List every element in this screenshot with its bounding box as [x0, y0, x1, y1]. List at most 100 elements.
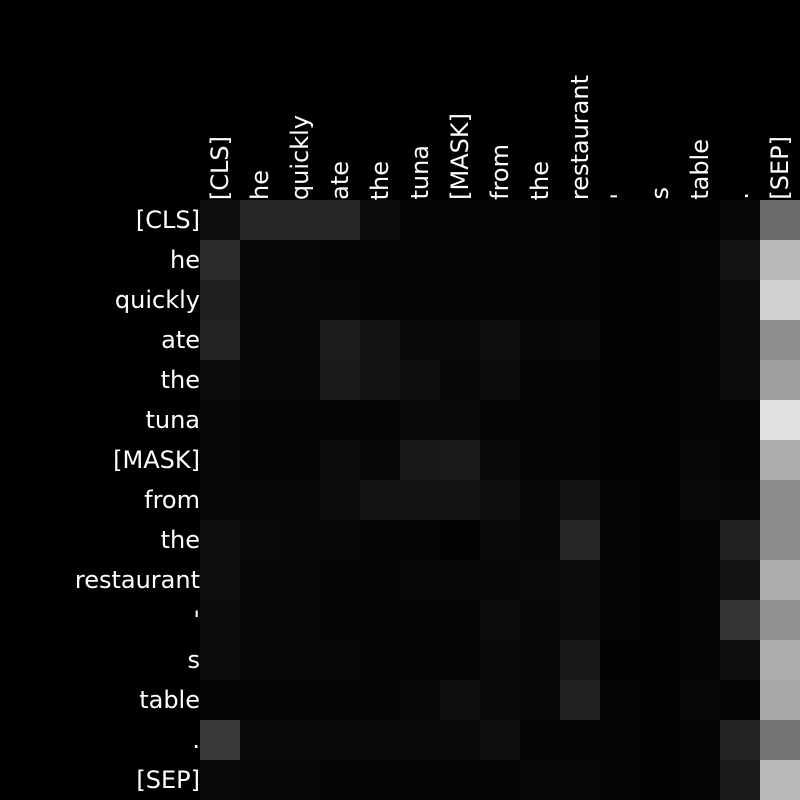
x-tick-label: [MASK] [446, 113, 474, 200]
heatmap-cell [760, 760, 800, 800]
heatmap-cell [400, 760, 440, 800]
heatmap-cell [280, 320, 320, 360]
heatmap-cell [600, 320, 640, 360]
heatmap-cell [720, 760, 760, 800]
heatmap-cell [400, 560, 440, 600]
heatmap-cell [600, 560, 640, 600]
heatmap-cell [600, 600, 640, 640]
heatmap-cell [680, 320, 720, 360]
y-tick-label: he [170, 246, 200, 274]
heatmap-cell [240, 520, 280, 560]
heatmap-cell [760, 320, 800, 360]
y-tick-label: quickly [114, 286, 200, 314]
heatmap-cell [640, 760, 680, 800]
y-tick-label: ate [161, 326, 200, 354]
heatmap-cell [280, 240, 320, 280]
heatmap-cell [320, 520, 360, 560]
heatmap-cell [720, 200, 760, 240]
heatmap-cell [440, 320, 480, 360]
heatmap-cell [760, 720, 800, 760]
heatmap-cell [280, 760, 320, 800]
heatmap-cell [520, 720, 560, 760]
heatmap-cell [280, 520, 320, 560]
heatmap-cell [480, 320, 520, 360]
heatmap-cell [200, 240, 240, 280]
heatmap-cell [240, 760, 280, 800]
y-tick-label: restaurant [74, 566, 200, 594]
heatmap-cell [280, 480, 320, 520]
heatmap-cell [440, 240, 480, 280]
heatmap-cell [640, 320, 680, 360]
heatmap-cell [760, 680, 800, 720]
heatmap-cell [520, 440, 560, 480]
x-tick-label: he [246, 170, 274, 200]
heatmap-cell [480, 560, 520, 600]
heatmap-cell [560, 280, 600, 320]
heatmap-cell [400, 480, 440, 520]
heatmap-cell [560, 520, 600, 560]
heatmap-cell [480, 360, 520, 400]
heatmap-cell [720, 640, 760, 680]
heatmap-cell [680, 200, 720, 240]
heatmap-cell [240, 240, 280, 280]
heatmap-cell [200, 680, 240, 720]
heatmap-cell [360, 520, 400, 560]
heatmap-cell [240, 720, 280, 760]
attention-heatmap: [CLS] he quickly ate the tuna [MASK] from the res… [0, 0, 800, 800]
heatmap-cell [760, 240, 800, 280]
heatmap-cell [360, 760, 400, 800]
heatmap-cell [200, 640, 240, 680]
x-tick-label: ' [606, 193, 634, 200]
heatmap-cell [440, 480, 480, 520]
heatmap-cell [440, 560, 480, 600]
heatmap-cell [400, 280, 440, 320]
heatmap-cell [360, 360, 400, 400]
heatmap-cell [480, 520, 520, 560]
heatmap-cell [720, 600, 760, 640]
heatmap-cell [520, 240, 560, 280]
heatmap-cell [320, 720, 360, 760]
heatmap-cell [680, 520, 720, 560]
x-tick-label: s [646, 187, 674, 200]
heatmap-cell [640, 720, 680, 760]
heatmap-cell [360, 480, 400, 520]
heatmap-cell [320, 320, 360, 360]
heatmap-cell [400, 400, 440, 440]
heatmap-cell [280, 640, 320, 680]
heatmap-cell [360, 240, 400, 280]
heatmap-cell [520, 400, 560, 440]
heatmap-cell [200, 440, 240, 480]
heatmap-cell [400, 440, 440, 480]
heatmap-cell [520, 600, 560, 640]
heatmap-cell [560, 560, 600, 600]
heatmap-cell [600, 480, 640, 520]
heatmap-cell [440, 680, 480, 720]
heatmap-cell [640, 640, 680, 680]
heatmap-cell [680, 720, 720, 760]
heatmap-cell [240, 480, 280, 520]
heatmap-cell [320, 440, 360, 480]
heatmap-grid [200, 200, 800, 800]
heatmap-cell [560, 360, 600, 400]
heatmap-cell [200, 360, 240, 400]
heatmap-cell [600, 440, 640, 480]
heatmap-cell [760, 440, 800, 480]
heatmap-cell [440, 280, 480, 320]
heatmap-cell [680, 760, 720, 800]
heatmap-cell [720, 560, 760, 600]
heatmap-cell [480, 720, 520, 760]
heatmap-cell [400, 200, 440, 240]
heatmap-cell [640, 240, 680, 280]
heatmap-cell [480, 280, 520, 320]
heatmap-cell [400, 360, 440, 400]
heatmap-cell [600, 360, 640, 400]
heatmap-cell [200, 480, 240, 520]
heatmap-cell [560, 440, 600, 480]
heatmap-cell [520, 520, 560, 560]
heatmap-cell [240, 320, 280, 360]
heatmap-cell [520, 480, 560, 520]
heatmap-cell [200, 280, 240, 320]
heatmap-cell [480, 400, 520, 440]
y-tick-label: ' [193, 606, 200, 634]
heatmap-cell [400, 320, 440, 360]
